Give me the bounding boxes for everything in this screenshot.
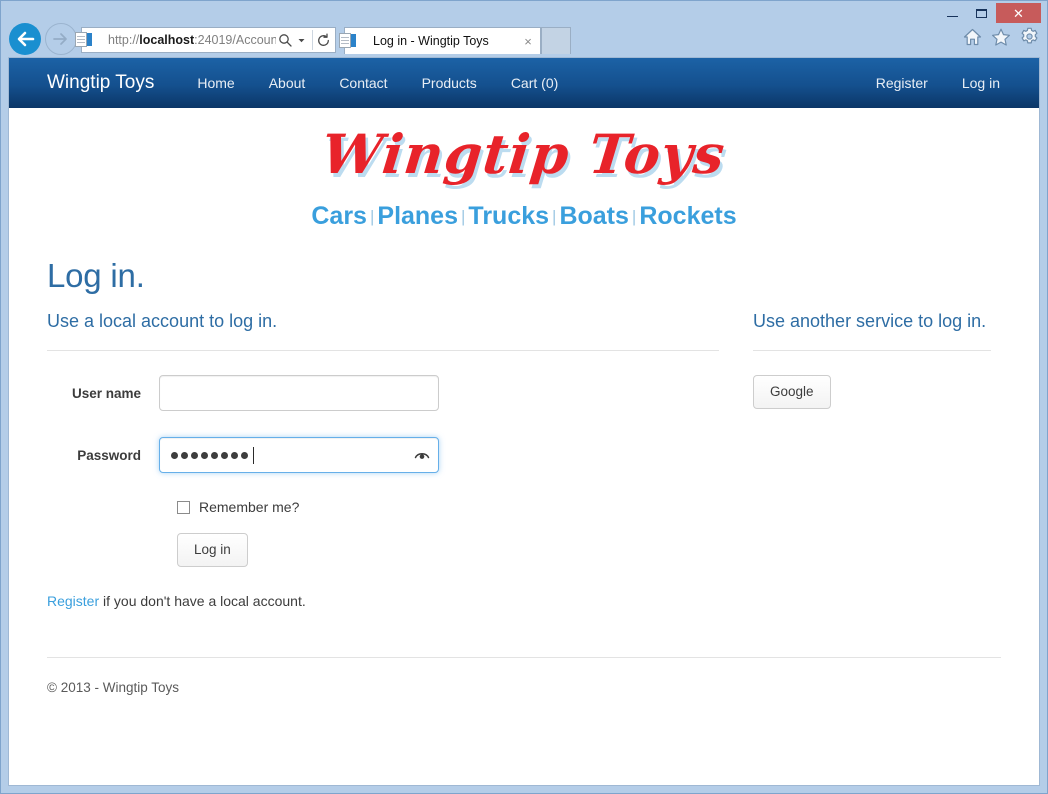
password-label: Password [77,447,141,463]
category-separator: | [552,207,557,226]
page-viewport: Wingtip Toys Home About Contact Products… [8,57,1040,786]
username-input[interactable] [159,375,439,411]
category-separator: | [461,207,466,226]
navbar-links: Home About Contact Products Cart (0) [180,75,575,91]
category-separator: | [369,207,375,226]
category-link-planes[interactable]: Planes [377,202,458,230]
page-favicon-icon [75,32,103,48]
close-window-button[interactable]: ✕ [996,3,1041,23]
browser-window: ✕ http://localhost:24019/Accoun Log in -… [0,0,1048,794]
tab-title: Log in - Wingtip Toys [373,34,489,48]
local-login-divider [47,350,719,351]
new-tab-button[interactable] [541,27,571,54]
password-field-wrap [159,437,439,473]
password-row: Password [47,437,719,473]
site-logo-text: Wingtip Toys [319,122,729,186]
remember-me-label: Remember me? [199,499,300,515]
remember-me-checkbox[interactable] [177,500,190,514]
window-controls: ✕ [938,3,1041,23]
footer-divider [47,656,1001,658]
browser-tab[interactable]: Log in - Wingtip Toys × [339,27,541,54]
address-bar[interactable]: http://localhost:24019/Account/L [75,27,336,53]
category-links: Cars | Planes | Trucks | Boats | Rockets [47,202,1001,231]
site-logo: Wingtip Toys [47,108,1001,186]
address-bar-url: http://localhost:24019/Account/L [108,33,276,47]
username-field-wrap [159,375,439,411]
register-hint-text: if you don't have a local account. [99,592,306,609]
forward-arrow-icon[interactable] [45,23,77,55]
category-link-boats[interactable]: Boats [559,202,628,230]
minimize-button[interactable] [938,3,967,23]
local-login-heading: Use a local account to log in. [47,311,278,331]
username-label: User name [71,385,141,401]
back-arrow-icon[interactable] [9,23,41,55]
navbar-brand[interactable]: Wingtip Toys [47,72,154,94]
nav-item-register[interactable]: Register [859,75,945,91]
login-button-row: Log in [177,533,719,567]
remember-me-row: Remember me? [177,499,719,515]
category-link-cars[interactable]: Cars [311,202,367,230]
page-title: Log in. [47,257,145,294]
category-separator: | [631,207,637,226]
browser-toolbar-icons [963,27,1039,46]
external-login-divider [753,350,991,351]
nav-item-about[interactable]: About [252,75,323,91]
nav-item-contact[interactable]: Contact [322,75,404,91]
close-icon[interactable]: × [520,34,536,49]
tab-favicon-icon [339,33,367,49]
username-row: User name [47,375,719,411]
site-navbar: Wingtip Toys Home About Contact Products… [9,58,1039,108]
category-link-rockets[interactable]: Rockets [639,202,736,230]
external-login-column: Use another service to log in. Google [719,311,1001,623]
category-link-trucks[interactable]: Trucks [468,202,549,230]
browser-nav-buttons [9,23,77,55]
login-columns: Use a local account to log in. User name… [47,311,1001,623]
browser-chrome: ✕ http://localhost:24019/Accoun Log in -… [1,1,1047,57]
navbar-account-links: Register Log in [859,75,1017,91]
eye-icon[interactable] [414,447,430,463]
google-login-button[interactable]: Google [753,375,831,409]
refresh-icon[interactable] [315,33,332,48]
star-icon[interactable] [991,28,1011,46]
gear-icon[interactable] [1020,27,1039,46]
register-link[interactable]: Register [47,593,99,609]
chevron-down-icon[interactable] [293,36,310,45]
nav-item-login[interactable]: Log in [945,75,1017,91]
password-input[interactable] [159,437,439,473]
local-login-column: Use a local account to log in. User name… [47,311,719,623]
external-login-heading: Use another service to log in. [753,311,987,331]
home-icon[interactable] [963,28,982,46]
page-footer: © 2013 - Wingtip Toys [47,656,1001,695]
maximize-button[interactable] [967,3,996,23]
page-content: Wingtip Toys Cars | Planes | Trucks | Boats | Ro… [9,108,1039,695]
nav-item-products[interactable]: Products [405,75,494,91]
nav-item-cart[interactable]: Cart (0) [494,75,575,91]
register-hint: Register if you don't have a local accou… [47,593,719,609]
nav-item-home[interactable]: Home [180,75,251,91]
login-button[interactable]: Log in [177,533,248,567]
search-icon[interactable] [276,33,293,47]
address-bar-divider [312,30,313,50]
footer-copyright: © 2013 - Wingtip Toys [47,679,180,695]
